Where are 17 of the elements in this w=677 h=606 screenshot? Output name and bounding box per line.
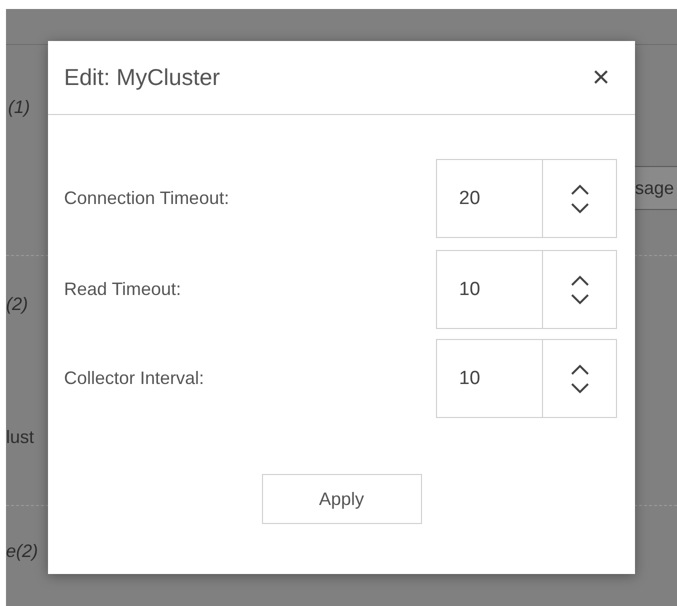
background-text: e(2) xyxy=(6,540,38,563)
stepper-icon xyxy=(570,184,590,214)
stepper-icon xyxy=(570,364,590,394)
field-label: Connection Timeout: xyxy=(64,187,230,210)
background-text: (1) xyxy=(8,96,30,119)
apply-button[interactable]: Apply xyxy=(262,474,422,524)
dialog-title: Edit: MyCluster xyxy=(64,63,220,92)
field-label: Read Timeout: xyxy=(64,278,182,301)
stepper-icon xyxy=(570,274,590,304)
background-text: lust xyxy=(6,426,34,449)
field-label: Collector Interval: xyxy=(64,367,204,390)
number-spinner[interactable]: 10 xyxy=(436,339,617,418)
background-button[interactable]: sage xyxy=(632,166,677,210)
number-spinner[interactable]: 20 xyxy=(436,159,617,238)
number-spinner[interactable]: 10 xyxy=(436,250,617,329)
background-text: (2) xyxy=(6,293,28,316)
close-button[interactable]: × xyxy=(587,64,615,92)
